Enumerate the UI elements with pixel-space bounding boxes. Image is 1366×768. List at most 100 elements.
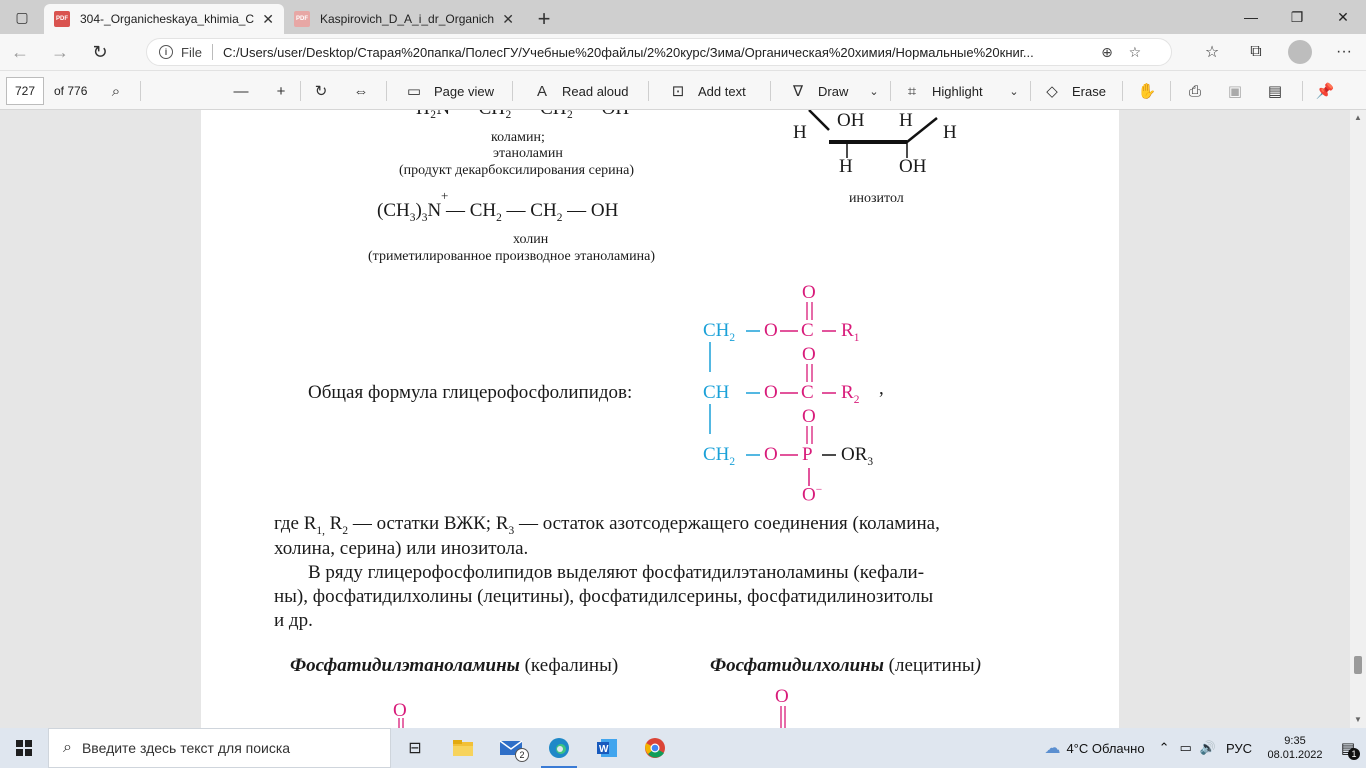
inositol-h-label: H — [793, 122, 807, 143]
tab-active-pdf[interactable]: PDF 304-_Organicheskaya_khimia_Ch ✕ — [44, 4, 284, 34]
chrome-button[interactable] — [631, 728, 679, 768]
carbonyl-oxygen-2: O — [802, 344, 816, 365]
tab-title: Kaspirovich_D_A_i_dr_Organiche — [320, 12, 495, 26]
new-tab-button[interactable]: + — [524, 4, 564, 34]
divider — [1030, 81, 1031, 101]
tab-inactive-pdf[interactable]: PDF Kaspirovich_D_A_i_dr_Organiche ✕ — [284, 4, 524, 34]
tab-title: 304-_Organicheskaya_khimia_Ch — [80, 12, 255, 26]
divider — [386, 81, 387, 101]
erase-button[interactable]: Erase — [1072, 71, 1106, 111]
clock[interactable]: 9:35 08.01.2022 — [1260, 734, 1330, 762]
add-text-button[interactable]: Add text — [698, 71, 746, 111]
lecithins-heading-bold: Фосфатидилхолины — [710, 655, 884, 676]
language-indicator[interactable]: РУС — [1226, 741, 1252, 756]
volume-icon[interactable]: 🔊 — [1200, 740, 1216, 756]
weather-cloud-icon[interactable]: ☁ — [1044, 738, 1060, 758]
scheme-label: File — [181, 44, 202, 60]
scroll-up-icon[interactable]: ▲ — [1350, 110, 1366, 126]
folder-icon — [453, 740, 473, 756]
page-number-input[interactable]: 727 — [6, 77, 44, 105]
scroll-down-icon[interactable]: ▼ — [1350, 712, 1366, 728]
back-button[interactable]: ← — [0, 34, 40, 70]
colamine-caption: коламин; — [491, 130, 545, 145]
start-button[interactable] — [0, 728, 48, 768]
where-suffix: — остаток азотсодержащего соединения (ко… — [514, 513, 940, 534]
zoom-icon[interactable]: ⊕ — [1093, 44, 1121, 61]
serine-note-caption: (продукт декарбоксилирования серина) — [399, 163, 635, 178]
r1-group: R1 — [841, 320, 860, 344]
read-aloud-button[interactable]: Read aloud — [562, 71, 629, 111]
refresh-button[interactable]: ↻ — [80, 34, 120, 70]
divider — [140, 81, 141, 101]
cephalin-double-bond — [398, 718, 404, 728]
cephalins-heading-bold: Фосфатидилэтаноламины — [290, 655, 520, 676]
search-placeholder: Введите здесь текст для поиска — [81, 740, 291, 756]
system-tray: ☁ 4°C Облачно ⌃ ▭ 🔊 РУС 9:35 08.01.2022 … — [1044, 728, 1366, 768]
draw-icon: ∇ — [792, 83, 804, 100]
mail-button[interactable]: 2 — [487, 728, 535, 768]
taskbar-search-box[interactable]: ⌕ Введите здесь текст для поиска — [48, 728, 391, 768]
inositol-h-label: H — [943, 122, 957, 143]
word-button[interactable]: W — [583, 728, 631, 768]
print-icon[interactable]: ⎙ — [1184, 71, 1206, 111]
file-explorer-button[interactable] — [439, 728, 487, 768]
touch-write-icon[interactable]: ✋ — [1136, 71, 1158, 111]
windows-taskbar: ⌕ Введите здесь текст для поиска ⊟ 2 W ☁… — [0, 728, 1366, 768]
divider — [211, 44, 213, 60]
highlight-button[interactable]: Highlight — [932, 71, 983, 111]
ester-oxygen-3: O — [764, 444, 778, 465]
close-window-button[interactable]: ✕ — [1320, 0, 1366, 34]
collections-icon[interactable]: ⧉ — [1234, 34, 1278, 70]
page-view-icon: ▭ — [406, 83, 422, 100]
edge-button[interactable] — [535, 728, 583, 768]
pdf-viewer[interactable]: H₂N — CH₂ — CH₂ — OH коламин; этаноламин… — [0, 110, 1366, 728]
notification-badge: 1 — [1348, 748, 1360, 760]
divider — [1302, 81, 1303, 101]
choline-caption: холин — [513, 232, 549, 247]
page-view-button[interactable]: Page view — [434, 71, 494, 111]
tab-close-icon[interactable]: ✕ — [262, 11, 274, 28]
vertical-scrollbar[interactable]: ▲ ▼ — [1350, 110, 1366, 728]
zoom-out-icon[interactable]: — — [230, 71, 252, 111]
notification-center-button[interactable]: ▤ 1 — [1330, 728, 1366, 768]
inositol-h-label: H — [839, 156, 853, 177]
url-text[interactable]: C:/Users/user/Desktop/Старая%20папка/Пол… — [223, 45, 1093, 60]
draw-button[interactable]: Draw — [818, 71, 848, 111]
tab-close-icon[interactable]: ✕ — [502, 11, 514, 28]
weather-text[interactable]: 4°C Облачно — [1066, 741, 1144, 756]
highlight-chevron-down-icon[interactable]: ⌄ — [1006, 71, 1022, 111]
save-as-icon[interactable]: ▤ — [1264, 71, 1286, 111]
address-bar[interactable]: i File C:/Users/user/Desktop/Старая%20па… — [146, 38, 1172, 66]
tab-actions-button[interactable]: ▢ — [0, 0, 44, 34]
pin-toolbar-icon[interactable]: 📌 — [1314, 71, 1336, 111]
ch-group: CH — [703, 382, 730, 403]
draw-chevron-down-icon[interactable]: ⌄ — [866, 71, 882, 111]
phosphate-anion-oxygen: O− — [802, 484, 823, 506]
task-view-button[interactable]: ⊟ — [391, 728, 439, 768]
edge-icon — [549, 738, 569, 758]
settings-more-icon[interactable]: ··· — [1322, 34, 1366, 70]
add-favorite-icon[interactable]: ☆ — [1121, 44, 1149, 61]
highlight-icon: ⌗ — [907, 82, 917, 100]
scrollbar-thumb[interactable] — [1354, 656, 1362, 674]
ester-oxygen-1: O — [764, 320, 778, 341]
network-icon[interactable]: ▭ — [1179, 740, 1191, 756]
ch2-group-3: CH2 — [703, 444, 736, 468]
favorites-icon[interactable]: ☆ — [1190, 34, 1234, 70]
clock-date: 08.01.2022 — [1267, 749, 1323, 761]
lecithins-heading-close: ) — [974, 655, 981, 676]
fit-page-icon[interactable]: ⇔ — [350, 71, 372, 111]
avatar[interactable] — [1288, 40, 1312, 64]
zoom-in-icon[interactable]: + — [270, 71, 292, 111]
rotate-icon[interactable]: ↻ — [310, 71, 332, 111]
info-icon[interactable]: i — [159, 45, 173, 59]
word-icon: W — [597, 739, 617, 757]
search-icon[interactable]: ⌕ — [106, 71, 126, 111]
restore-button[interactable]: ❐ — [1274, 0, 1320, 34]
cephalins-heading-rest: (кефалины) — [524, 655, 619, 676]
minimize-button[interactable]: — — [1228, 0, 1274, 34]
tray-chevron-up-icon[interactable]: ⌃ — [1159, 740, 1170, 756]
general-formula-label: Общая формула глицерофосфолипидов: — [308, 382, 633, 403]
forward-button[interactable]: → — [40, 34, 80, 70]
save-icon[interactable]: ▣ — [1224, 71, 1246, 111]
